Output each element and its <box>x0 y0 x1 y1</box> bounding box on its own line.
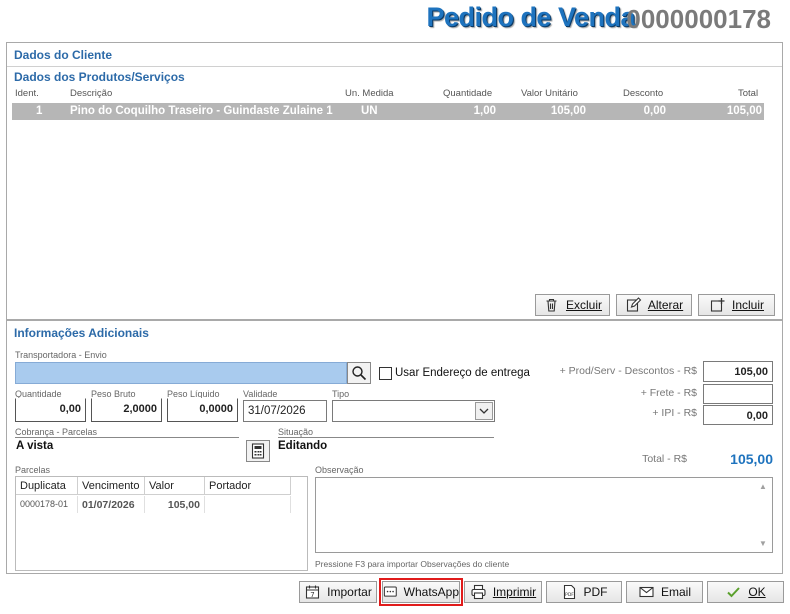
calculator-icon <box>251 443 265 459</box>
page-title: Pedido de Venda <box>426 2 635 32</box>
quantidade-input[interactable]: 0,00 <box>15 398 86 422</box>
excluir-label: Excluir <box>565 298 602 312</box>
parcelas-duplicata[interactable]: 0000178-01 <box>16 496 78 513</box>
email-button[interactable]: Email <box>626 581 703 603</box>
row-valor-unitario: 105,00 <box>550 105 586 117</box>
parcelas-col-portador: Portador <box>205 477 291 495</box>
situacao-value: Editando <box>278 440 328 452</box>
calendar-icon: 7 <box>306 585 320 599</box>
col-valor-unitario: Valor Unitário <box>521 88 578 99</box>
observacao-hint: Pressione F3 para importar Observações d… <box>315 559 510 569</box>
parcelas-label: Parcelas <box>15 465 51 475</box>
parcelas-col-vencimento: Vencimento <box>78 477 145 495</box>
pdf-icon: PDF <box>563 584 575 600</box>
importar-button[interactable]: 7 Importar <box>299 581 377 603</box>
ipi-input[interactable]: 0,00 <box>703 405 773 425</box>
svg-text:PDF: PDF <box>565 592 574 598</box>
email-label: Email <box>660 585 691 599</box>
validade-input[interactable]: 31/07/2026 <box>243 400 327 422</box>
table-row[interactable]: 1 Pino do Coquilho Traseiro - Guindaste … <box>12 103 764 120</box>
trash-icon <box>546 298 557 312</box>
ok-button[interactable]: OK <box>707 581 784 603</box>
whatsapp-button[interactable]: WhatsApp <box>379 578 463 606</box>
row-quantidade: 1,00 <box>473 105 496 117</box>
parcelas-portador[interactable] <box>205 496 291 513</box>
col-desconto: Desconto <box>623 88 664 99</box>
search-icon <box>352 366 367 381</box>
prod-label: + Prod/Serv - Descontos - R$ <box>559 365 697 377</box>
products-section-title: Dados dos Produtos/Serviços <box>14 70 185 84</box>
svg-text:7: 7 <box>310 591 314 599</box>
client-divider <box>7 66 782 67</box>
prod-value: 105,00 <box>703 361 773 382</box>
ok-label: OK <box>748 585 766 599</box>
col-quantidade: Quantidade <box>443 88 493 99</box>
alterar-label: Alterar <box>647 298 684 312</box>
situacao-label: Situação <box>278 427 314 437</box>
excluir-button[interactable]: Excluir <box>535 294 610 316</box>
whatsapp-label: WhatsApp <box>403 585 459 599</box>
scroll-down-icon[interactable]: ▼ <box>759 539 767 548</box>
calculator-button[interactable] <box>246 440 270 462</box>
tipo-select[interactable] <box>332 400 495 422</box>
row-total: 105,00 <box>726 105 762 117</box>
total-label: Total - R$ <box>642 453 687 465</box>
observacao-scrollbar[interactable]: ▲ ▼ <box>756 479 771 551</box>
imprimir-button[interactable]: Imprimir <box>464 581 542 603</box>
observacao-textarea[interactable]: ▲ ▼ <box>315 477 773 553</box>
order-number: 0000000178 <box>626 4 771 34</box>
transportadora-label: Transportadora - Envio <box>15 350 107 360</box>
row-descricao: Pino do Coquilho Traseiro - Guindaste Zu… <box>70 105 333 117</box>
cobranca-underline <box>15 437 239 438</box>
frete-label: + Frete - R$ <box>640 387 697 399</box>
parcelas-valor[interactable]: 105,00 <box>145 496 205 513</box>
tipo-dropdown-button[interactable] <box>475 402 493 420</box>
peso-bruto-input[interactable]: 2,0000 <box>91 398 162 422</box>
info-section-title: Informações Adicionais <box>14 326 149 340</box>
alterar-button[interactable]: Alterar <box>616 294 692 316</box>
chat-icon <box>383 586 397 597</box>
imprimir-label: Imprimir <box>492 585 537 599</box>
parcelas-col-valor: Valor <box>145 477 205 495</box>
transportadora-input[interactable] <box>15 362 347 384</box>
chevron-down-icon <box>479 408 489 414</box>
peso-liquido-input[interactable]: 0,0000 <box>167 398 238 422</box>
frete-input[interactable] <box>703 384 773 404</box>
check-icon <box>727 587 741 598</box>
incluir-label: Incluir <box>731 298 764 312</box>
col-descricao: Descrição <box>70 88 113 99</box>
importar-label: Importar <box>327 585 372 599</box>
pdf-button[interactable]: PDF PDF <box>546 581 622 603</box>
client-section-title: Dados do Cliente <box>14 48 113 62</box>
col-ident: Ident. <box>15 88 39 99</box>
situacao-underline <box>278 437 494 438</box>
row-un: UN <box>361 105 378 117</box>
scroll-up-icon[interactable]: ▲ <box>759 482 767 491</box>
observacao-label: Observação <box>315 465 364 475</box>
validade-label: Validade <box>243 389 278 399</box>
edit-icon <box>626 297 642 312</box>
cobranca-label: Cobrança - Parcelas <box>15 427 98 437</box>
email-icon <box>639 586 654 598</box>
search-button[interactable] <box>347 362 371 384</box>
printer-icon <box>471 584 486 600</box>
tipo-label: Tipo <box>332 389 350 399</box>
incluir-button[interactable]: Incluir <box>698 294 775 316</box>
total-value: 105,00 <box>730 451 773 467</box>
col-un-medida: Un. Medida <box>345 88 394 99</box>
usar-endereco-label: Usar Endereço de entrega <box>395 367 530 379</box>
row-ident: 1 <box>36 105 43 117</box>
parcelas-col-duplicata: Duplicata <box>16 477 78 495</box>
pdf-label: PDF <box>583 585 608 599</box>
parcelas-vencimento[interactable]: 01/07/2026 <box>78 496 145 513</box>
add-icon <box>710 298 725 312</box>
ipi-label: + IPI - R$ <box>652 407 697 419</box>
row-desconto: 0,00 <box>643 105 666 117</box>
parcelas-table: Duplicata Vencimento Valor Portador 0000… <box>15 476 308 571</box>
cobranca-value: A vista <box>16 440 54 452</box>
col-total: Total <box>738 88 759 99</box>
usar-endereco-checkbox[interactable] <box>379 367 392 380</box>
